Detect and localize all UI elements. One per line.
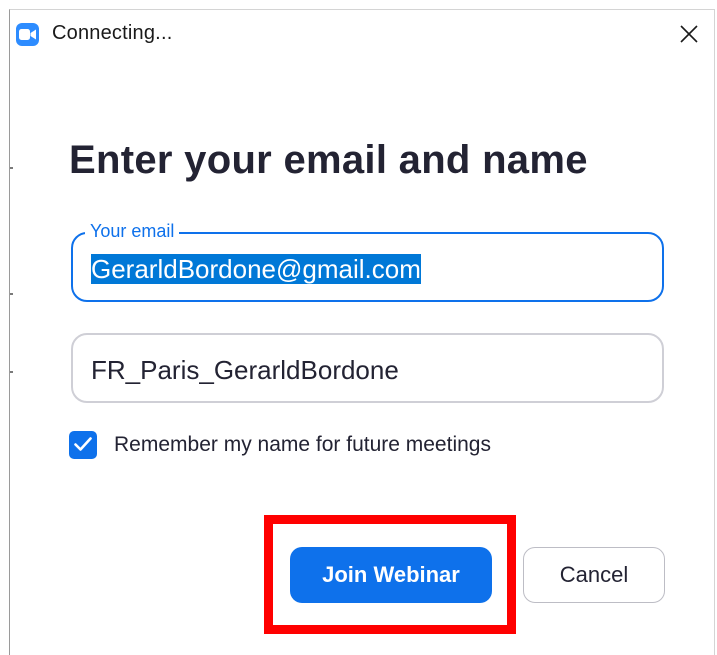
- email-field-label: Your email: [85, 221, 180, 242]
- name-input-value[interactable]: FR_Paris_GerarldBordone: [91, 355, 399, 385]
- title-bar: Connecting...: [10, 10, 714, 58]
- window-edge-mark: [10, 167, 13, 169]
- cancel-button[interactable]: Cancel: [523, 547, 665, 603]
- remember-name-label[interactable]: Remember my name for future meetings: [114, 433, 491, 457]
- close-icon: [680, 25, 698, 43]
- zoom-camera-icon: [16, 23, 39, 46]
- remember-name-checkbox[interactable]: [69, 431, 97, 459]
- connecting-dialog: Connecting... Enter your email and name …: [9, 9, 715, 655]
- page-title: Enter your email and name: [69, 138, 588, 182]
- window-title: Connecting...: [52, 22, 173, 44]
- close-button[interactable]: [676, 21, 702, 47]
- email-input-value[interactable]: GerarldBordone@gmail.com: [91, 254, 421, 284]
- email-field[interactable]: Your email GerarldBordone@gmail.com: [71, 221, 664, 302]
- checkmark-icon: [74, 437, 92, 451]
- window-edge-mark: [10, 371, 13, 373]
- join-webinar-button[interactable]: Join Webinar: [290, 547, 492, 603]
- window-edge-mark: [10, 293, 13, 295]
- name-field[interactable]: FR_Paris_GerarldBordone: [71, 333, 664, 403]
